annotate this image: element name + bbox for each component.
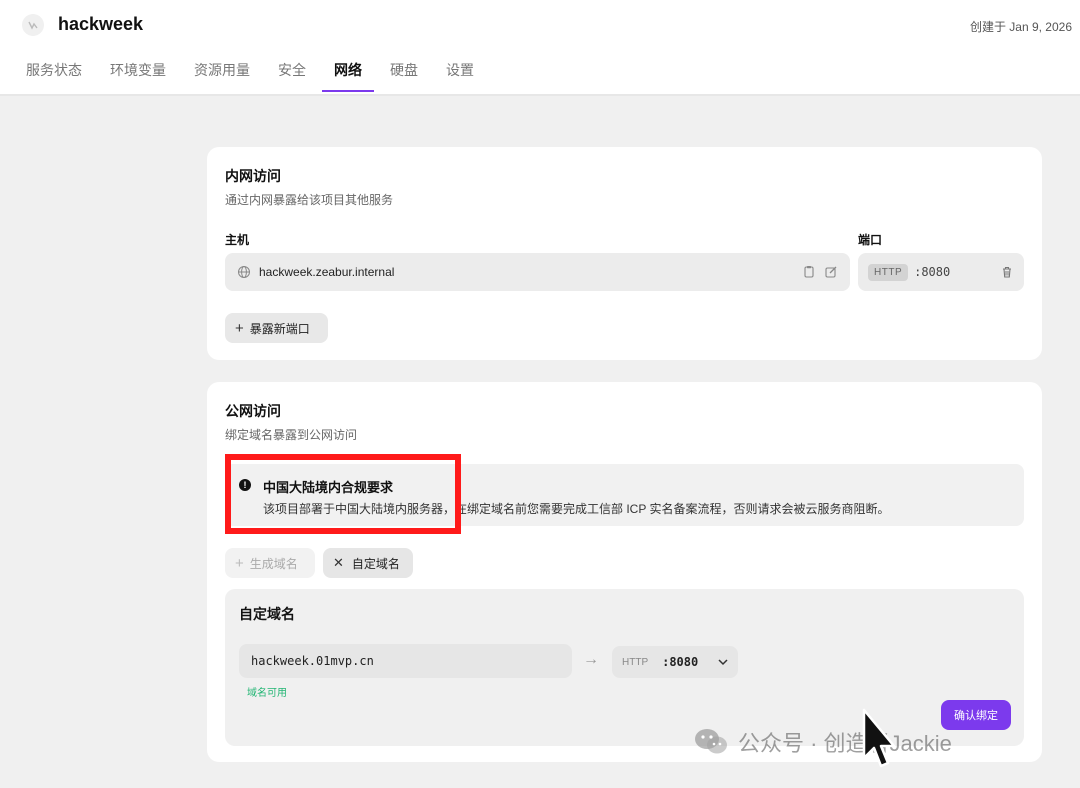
project-logo-icon: [22, 14, 44, 36]
tab-network[interactable]: 网络: [322, 60, 374, 92]
custom-domain-panel-title: 自定域名: [239, 606, 295, 622]
watermark: 公众号 · 创造者Jackie: [694, 726, 952, 758]
top-bar: hackweek 创建于 Jan 9, 2026 服务状态 环境变量 资源用量 …: [0, 0, 1080, 96]
port-field: HTTP :8080: [858, 253, 1024, 291]
port-value: :8080: [914, 265, 951, 279]
tab-settings[interactable]: 设置: [434, 60, 486, 92]
created-date: 创建于 Jan 9, 2026: [969, 20, 1072, 34]
host-field: hackweek.zeabur.internal: [225, 253, 850, 291]
internal-access-title: 内网访问: [225, 168, 281, 184]
wechat-logo-icon: [695, 729, 727, 754]
public-access-title: 公网访问: [225, 403, 281, 419]
tab-security[interactable]: 安全: [266, 60, 318, 92]
port-protocol-badge: HTTP: [868, 263, 909, 281]
alert-icon: !: [239, 479, 251, 491]
notice-body: 该项目部署于中国大陆境内服务器，在绑定域名前您需要完成工信部 ICP 实名备案流…: [263, 502, 890, 516]
chevron-down-icon: [718, 659, 728, 666]
trash-icon[interactable]: [1000, 265, 1014, 279]
host-label: 主机: [225, 233, 250, 247]
expose-port-button[interactable]: + 暴露新端口: [225, 313, 328, 343]
plus-icon: +: [235, 319, 244, 337]
arrow-right-icon: →: [583, 651, 599, 668]
tab-service-status[interactable]: 服务状态: [14, 60, 94, 92]
plus-icon: +: [235, 554, 244, 572]
internal-access-card: 内网访问 通过内网暴露给该项目其他服务 主机 端口 hackweek.zeabu…: [207, 147, 1042, 360]
expose-port-label: 暴露新端口: [249, 321, 310, 336]
custom-domain-panel: 自定域名 域名可用 → HTTP :8080 确认绑定: [225, 589, 1024, 746]
tab-bar: 服务状态 环境变量 资源用量 安全 网络 硬盘 设置: [14, 60, 490, 92]
tab-resource-usage[interactable]: 资源用量: [182, 60, 262, 92]
mouse-cursor-icon: [862, 708, 896, 768]
domain-status: 域名可用: [247, 688, 287, 699]
target-port: :8080: [662, 655, 699, 669]
globe-icon: [238, 266, 250, 278]
notice-title: 中国大陆境内合规要求: [263, 480, 394, 495]
custom-domain-label: 自定域名: [351, 556, 400, 571]
project-title: hackweek: [58, 14, 144, 34]
close-icon: ✕: [333, 555, 344, 570]
copy-icon[interactable]: [802, 265, 816, 279]
internal-access-subtitle: 通过内网暴露给该项目其他服务: [225, 193, 394, 207]
generate-domain-button[interactable]: + 生成域名: [225, 548, 315, 578]
host-value: hackweek.zeabur.internal: [259, 265, 395, 279]
public-access-card: 公网访问 绑定域名暴露到公网访问 ! 中国大陆境内合规要求 该项目部署于中国大陆…: [207, 382, 1042, 762]
domain-input[interactable]: [239, 644, 572, 678]
custom-domain-button[interactable]: ✕ 自定域名: [323, 548, 413, 578]
generate-domain-label: 生成域名: [249, 556, 298, 571]
edit-icon[interactable]: [824, 265, 838, 279]
public-access-subtitle: 绑定域名暴露到公网访问: [225, 428, 358, 442]
tab-env-vars[interactable]: 环境变量: [98, 60, 178, 92]
target-port-select[interactable]: HTTP :8080: [612, 646, 738, 678]
watermark-text: 公众号 · 创造者Jackie: [738, 731, 952, 756]
port-label: 端口: [858, 233, 883, 247]
compliance-notice: ! 中国大陆境内合规要求 该项目部署于中国大陆境内服务器，在绑定域名前您需要完成…: [225, 454, 1024, 534]
tab-disk[interactable]: 硬盘: [378, 60, 430, 92]
target-protocol: HTTP: [622, 656, 649, 668]
